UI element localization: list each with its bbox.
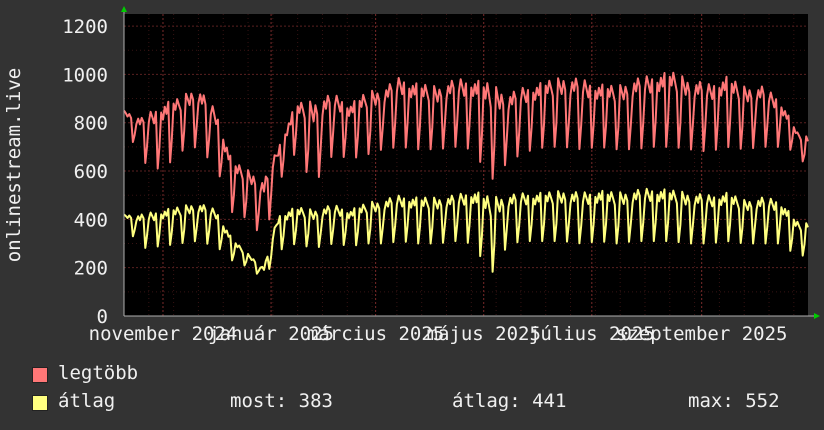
stat-now: most: 383 — [230, 390, 333, 412]
stat-average: átlag: 441 — [452, 390, 567, 412]
legend-swatch-legtobb — [32, 367, 48, 383]
y-axis-label: onlinestream.live — [3, 68, 25, 262]
stat-max: max: 552 — [688, 390, 780, 412]
chart-svg: 020040060080010001200 november 2024januá… — [3, 6, 820, 345]
y-tick-label: 1200 — [62, 16, 108, 38]
x-axis-arrow — [814, 313, 820, 319]
y-tick-label: 600 — [74, 161, 108, 183]
x-tick-label: szeptember 2025 — [616, 323, 788, 345]
x-tick-labels: november 2024január 2025március 2025máju… — [89, 323, 788, 345]
y-tick-labels: 020040060080010001200 — [62, 16, 108, 328]
y-tick-label: 200 — [74, 258, 108, 280]
y-axis-arrow — [121, 6, 127, 12]
y-tick-label: 800 — [74, 113, 108, 135]
legend-swatch-atlag — [32, 395, 48, 411]
x-tick-label: május 2025 — [427, 323, 541, 345]
y-tick-label: 400 — [74, 209, 108, 231]
y-tick-label: 1000 — [62, 64, 108, 86]
legend-label-legtobb: legtöbb — [58, 362, 139, 384]
legend-label-atlag: átlag — [58, 390, 116, 412]
x-tick-label: március 2025 — [307, 323, 444, 345]
plot-area — [124, 14, 808, 316]
